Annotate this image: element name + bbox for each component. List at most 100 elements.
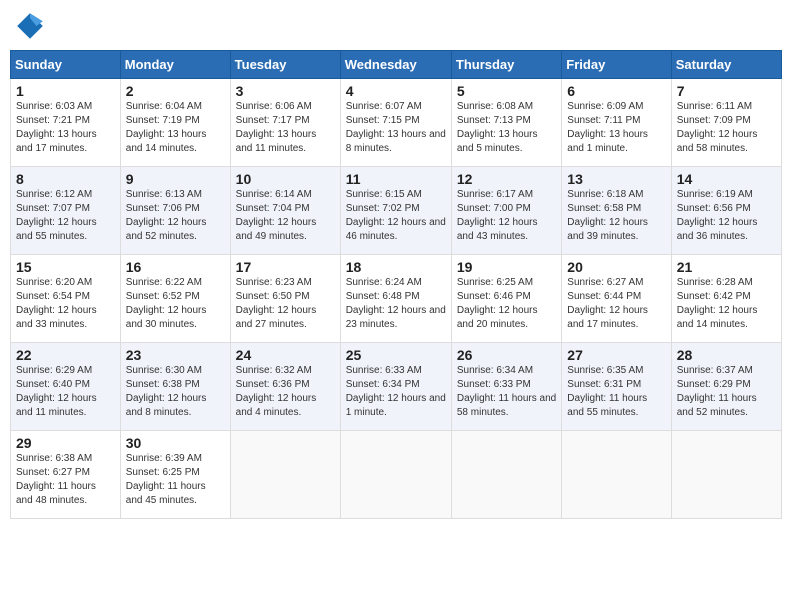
sunset-text: Sunset: 7:15 PM <box>346 115 420 126</box>
day-info: Sunrise: 6:18 AM Sunset: 6:58 PM Dayligh… <box>567 188 665 244</box>
day-info: Sunrise: 6:15 AM Sunset: 7:02 PM Dayligh… <box>346 188 446 244</box>
day-number: 11 <box>346 171 446 187</box>
calendar-week-row: 15 Sunrise: 6:20 AM Sunset: 6:54 PM Dayl… <box>11 255 782 343</box>
calendar-day-cell: 5 Sunrise: 6:08 AM Sunset: 7:13 PM Dayli… <box>451 79 561 167</box>
calendar-day-cell: 20 Sunrise: 6:27 AM Sunset: 6:44 PM Dayl… <box>562 255 671 343</box>
day-number: 27 <box>567 347 665 363</box>
page-header <box>10 10 782 42</box>
sunset-text: Sunset: 7:17 PM <box>236 115 310 126</box>
day-number: 18 <box>346 259 446 275</box>
calendar-day-cell: 15 Sunrise: 6:20 AM Sunset: 6:54 PM Dayl… <box>11 255 121 343</box>
sunrise-text: Sunrise: 6:19 AM <box>677 189 753 200</box>
sunrise-text: Sunrise: 6:15 AM <box>346 189 422 200</box>
calendar-day-cell: 26 Sunrise: 6:34 AM Sunset: 6:33 PM Dayl… <box>451 343 561 431</box>
calendar-table: SundayMondayTuesdayWednesdayThursdayFrid… <box>10 50 782 519</box>
sunset-text: Sunset: 7:19 PM <box>126 115 200 126</box>
sunrise-text: Sunrise: 6:35 AM <box>567 365 643 376</box>
day-info: Sunrise: 6:20 AM Sunset: 6:54 PM Dayligh… <box>16 276 115 332</box>
daylight-text: Daylight: 12 hours and 14 minutes. <box>677 305 758 330</box>
calendar-day-cell <box>451 431 561 519</box>
sunset-text: Sunset: 6:33 PM <box>457 379 531 390</box>
sunrise-text: Sunrise: 6:39 AM <box>126 453 202 464</box>
day-of-week-header: Sunday <box>11 51 121 79</box>
sunrise-text: Sunrise: 6:13 AM <box>126 189 202 200</box>
day-number: 23 <box>126 347 225 363</box>
sunrise-text: Sunrise: 6:08 AM <box>457 101 533 112</box>
sunset-text: Sunset: 6:38 PM <box>126 379 200 390</box>
sunrise-text: Sunrise: 6:33 AM <box>346 365 422 376</box>
calendar-day-cell: 14 Sunrise: 6:19 AM Sunset: 6:56 PM Dayl… <box>671 167 781 255</box>
day-info: Sunrise: 6:29 AM Sunset: 6:40 PM Dayligh… <box>16 364 115 420</box>
day-number: 8 <box>16 171 115 187</box>
day-info: Sunrise: 6:30 AM Sunset: 6:38 PM Dayligh… <box>126 364 225 420</box>
day-of-week-header: Wednesday <box>340 51 451 79</box>
daylight-text: Daylight: 12 hours and 11 minutes. <box>16 393 97 418</box>
sunrise-text: Sunrise: 6:18 AM <box>567 189 643 200</box>
daylight-text: Daylight: 12 hours and 4 minutes. <box>236 393 317 418</box>
daylight-text: Daylight: 12 hours and 49 minutes. <box>236 217 317 242</box>
sunset-text: Sunset: 6:56 PM <box>677 203 751 214</box>
sunrise-text: Sunrise: 6:38 AM <box>16 453 92 464</box>
day-number: 14 <box>677 171 776 187</box>
day-info: Sunrise: 6:03 AM Sunset: 7:21 PM Dayligh… <box>16 100 115 156</box>
sunrise-text: Sunrise: 6:12 AM <box>16 189 92 200</box>
day-number: 5 <box>457 83 556 99</box>
daylight-text: Daylight: 12 hours and 58 minutes. <box>677 129 758 154</box>
day-of-week-header: Friday <box>562 51 671 79</box>
day-info: Sunrise: 6:08 AM Sunset: 7:13 PM Dayligh… <box>457 100 556 156</box>
day-of-week-header: Monday <box>120 51 230 79</box>
daylight-text: Daylight: 13 hours and 1 minute. <box>567 129 648 154</box>
calendar-day-cell: 27 Sunrise: 6:35 AM Sunset: 6:31 PM Dayl… <box>562 343 671 431</box>
daylight-text: Daylight: 12 hours and 23 minutes. <box>346 305 446 330</box>
calendar-day-cell: 8 Sunrise: 6:12 AM Sunset: 7:07 PM Dayli… <box>11 167 121 255</box>
daylight-text: Daylight: 11 hours and 45 minutes. <box>126 481 206 506</box>
sunrise-text: Sunrise: 6:25 AM <box>457 277 533 288</box>
calendar-week-row: 22 Sunrise: 6:29 AM Sunset: 6:40 PM Dayl… <box>11 343 782 431</box>
day-number: 4 <box>346 83 446 99</box>
day-number: 10 <box>236 171 335 187</box>
calendar-day-cell: 4 Sunrise: 6:07 AM Sunset: 7:15 PM Dayli… <box>340 79 451 167</box>
daylight-text: Daylight: 11 hours and 55 minutes. <box>567 393 647 418</box>
day-number: 1 <box>16 83 115 99</box>
calendar-header-row: SundayMondayTuesdayWednesdayThursdayFrid… <box>11 51 782 79</box>
calendar-day-cell: 18 Sunrise: 6:24 AM Sunset: 6:48 PM Dayl… <box>340 255 451 343</box>
day-info: Sunrise: 6:38 AM Sunset: 6:27 PM Dayligh… <box>16 452 115 508</box>
sunset-text: Sunset: 6:54 PM <box>16 291 90 302</box>
daylight-text: Daylight: 13 hours and 8 minutes. <box>346 129 446 154</box>
day-info: Sunrise: 6:23 AM Sunset: 6:50 PM Dayligh… <box>236 276 335 332</box>
daylight-text: Daylight: 12 hours and 1 minute. <box>346 393 446 418</box>
calendar-week-row: 1 Sunrise: 6:03 AM Sunset: 7:21 PM Dayli… <box>11 79 782 167</box>
sunset-text: Sunset: 6:50 PM <box>236 291 310 302</box>
calendar-day-cell: 11 Sunrise: 6:15 AM Sunset: 7:02 PM Dayl… <box>340 167 451 255</box>
day-number: 20 <box>567 259 665 275</box>
daylight-text: Daylight: 12 hours and 17 minutes. <box>567 305 648 330</box>
sunrise-text: Sunrise: 6:22 AM <box>126 277 202 288</box>
sunset-text: Sunset: 7:09 PM <box>677 115 751 126</box>
calendar-day-cell: 21 Sunrise: 6:28 AM Sunset: 6:42 PM Dayl… <box>671 255 781 343</box>
sunrise-text: Sunrise: 6:24 AM <box>346 277 422 288</box>
sunrise-text: Sunrise: 6:09 AM <box>567 101 643 112</box>
sunrise-text: Sunrise: 6:07 AM <box>346 101 422 112</box>
day-number: 28 <box>677 347 776 363</box>
sunset-text: Sunset: 7:07 PM <box>16 203 90 214</box>
sunrise-text: Sunrise: 6:32 AM <box>236 365 312 376</box>
calendar-day-cell: 7 Sunrise: 6:11 AM Sunset: 7:09 PM Dayli… <box>671 79 781 167</box>
day-number: 21 <box>677 259 776 275</box>
calendar-day-cell: 2 Sunrise: 6:04 AM Sunset: 7:19 PM Dayli… <box>120 79 230 167</box>
calendar-day-cell <box>340 431 451 519</box>
daylight-text: Daylight: 13 hours and 11 minutes. <box>236 129 317 154</box>
daylight-text: Daylight: 12 hours and 20 minutes. <box>457 305 538 330</box>
day-info: Sunrise: 6:14 AM Sunset: 7:04 PM Dayligh… <box>236 188 335 244</box>
daylight-text: Daylight: 12 hours and 36 minutes. <box>677 217 758 242</box>
sunset-text: Sunset: 6:27 PM <box>16 467 90 478</box>
day-number: 26 <box>457 347 556 363</box>
daylight-text: Daylight: 11 hours and 48 minutes. <box>16 481 96 506</box>
calendar-day-cell: 13 Sunrise: 6:18 AM Sunset: 6:58 PM Dayl… <box>562 167 671 255</box>
daylight-text: Daylight: 13 hours and 14 minutes. <box>126 129 207 154</box>
day-number: 24 <box>236 347 335 363</box>
calendar-day-cell: 9 Sunrise: 6:13 AM Sunset: 7:06 PM Dayli… <box>120 167 230 255</box>
calendar-day-cell: 17 Sunrise: 6:23 AM Sunset: 6:50 PM Dayl… <box>230 255 340 343</box>
day-of-week-header: Thursday <box>451 51 561 79</box>
sunrise-text: Sunrise: 6:30 AM <box>126 365 202 376</box>
sunset-text: Sunset: 7:21 PM <box>16 115 90 126</box>
